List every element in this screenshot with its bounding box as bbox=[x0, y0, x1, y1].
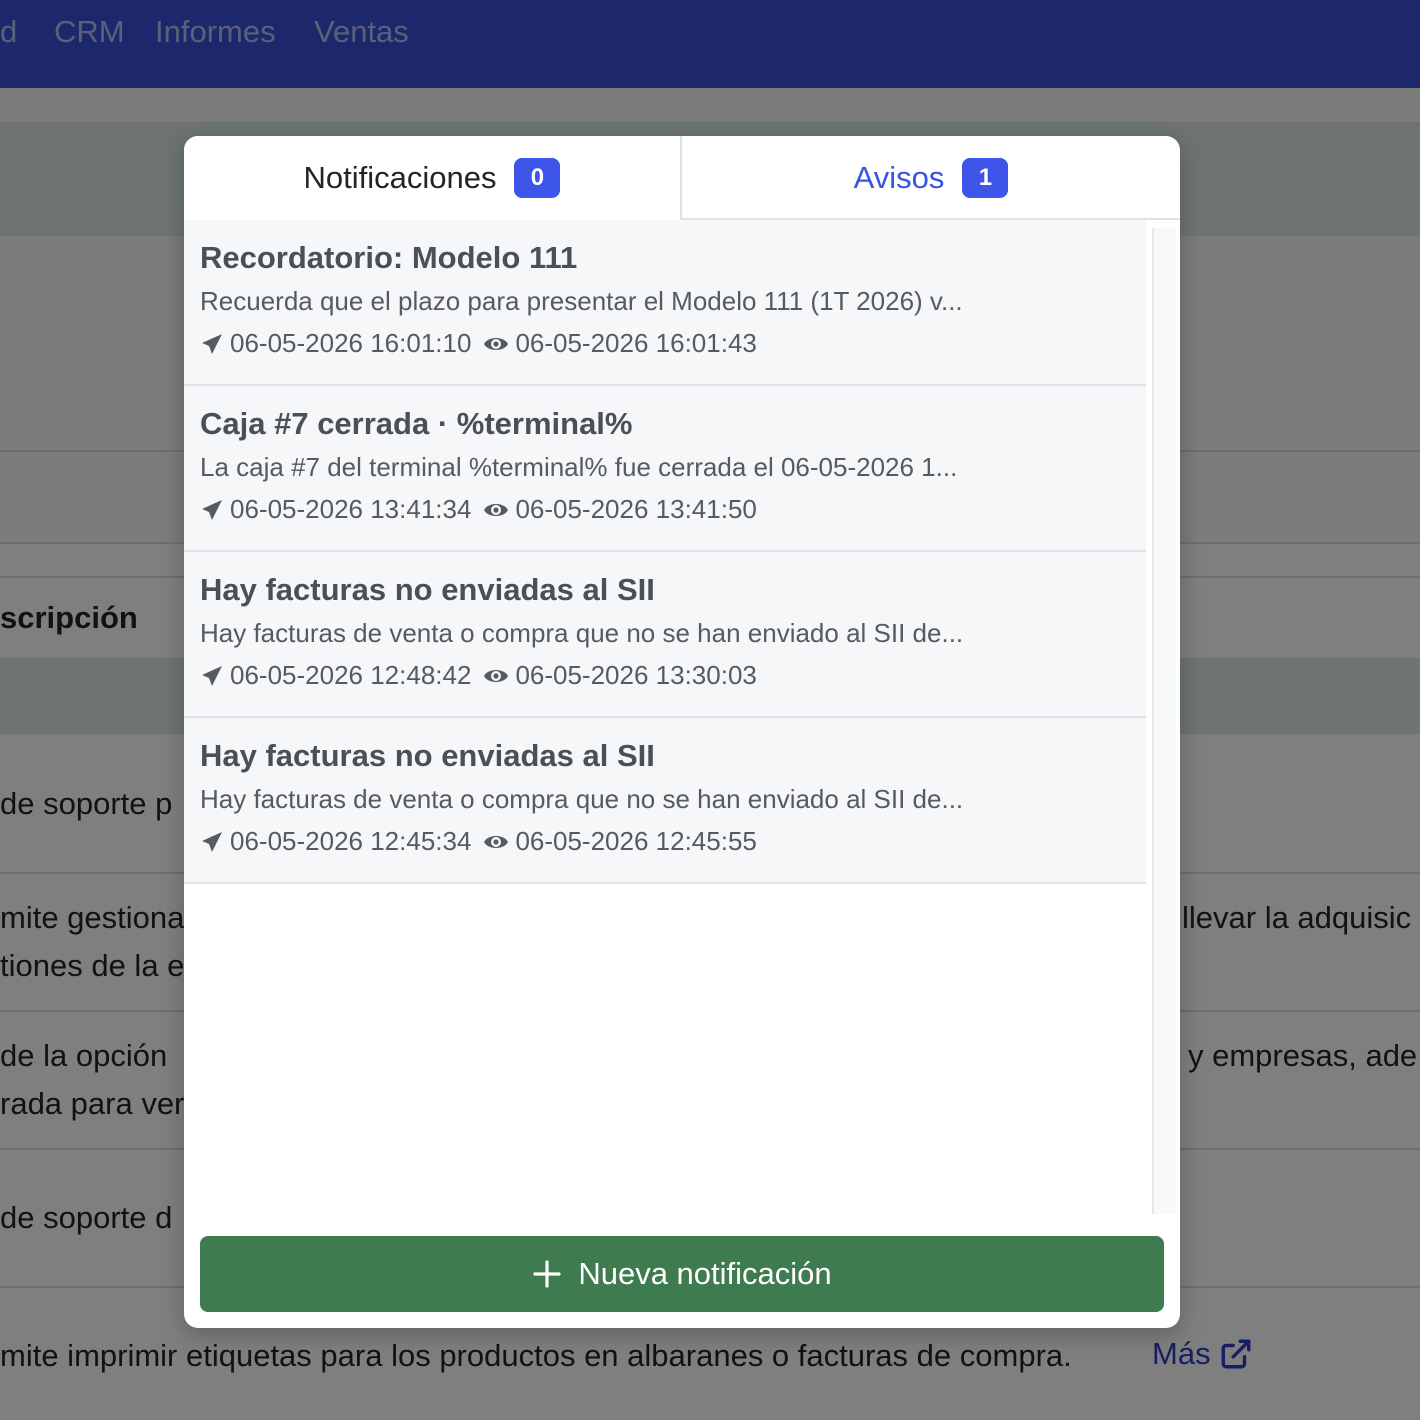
notification-meta: 06-05-2026 16:01:10 06-05-2026 16:01:43 bbox=[200, 328, 1146, 359]
notification-item[interactable]: Recordatorio: Modelo 111 Recuerda que el… bbox=[184, 220, 1146, 386]
tab-label: Avisos bbox=[853, 160, 945, 195]
sent-timestamp: 06-05-2026 12:45:34 bbox=[230, 826, 472, 856]
sent-timestamp: 06-05-2026 13:41:34 bbox=[230, 494, 472, 524]
paper-plane-icon bbox=[202, 831, 222, 852]
eye-icon bbox=[484, 669, 509, 682]
scrollbar[interactable] bbox=[1152, 228, 1176, 1214]
plus-icon bbox=[533, 1260, 561, 1288]
sent-timestamp: 06-05-2026 16:01:10 bbox=[230, 328, 472, 358]
notification-item[interactable]: Hay facturas no enviadas al SII Hay fact… bbox=[184, 552, 1146, 718]
notification-meta: 06-05-2026 12:45:34 06-05-2026 12:45:55 bbox=[200, 826, 1146, 857]
seen-timestamp: 06-05-2026 12:45:55 bbox=[515, 826, 757, 856]
notification-body: La caja #7 del terminal %terminal% fue c… bbox=[200, 452, 958, 482]
notification-body: Hay facturas de venta o compra que no se… bbox=[200, 784, 964, 814]
count-badge: 1 bbox=[962, 158, 1009, 198]
notification-meta: 06-05-2026 12:48:42 06-05-2026 13:30:03 bbox=[200, 660, 1146, 691]
tab-label: Notificaciones bbox=[303, 160, 497, 195]
tab-notificaciones[interactable]: Notificaciones 0 bbox=[184, 136, 682, 220]
notification-meta: 06-05-2026 13:41:34 06-05-2026 13:41:50 bbox=[200, 494, 1146, 525]
eye-icon bbox=[484, 337, 509, 350]
notification-title: Hay facturas no enviadas al SII bbox=[200, 738, 655, 773]
new-notification-label: Nueva notificación bbox=[578, 1256, 832, 1291]
eye-icon bbox=[484, 835, 509, 848]
count-badge: 0 bbox=[514, 158, 561, 198]
eye-icon bbox=[484, 503, 509, 516]
notification-item[interactable]: Hay facturas no enviadas al SII Hay fact… bbox=[184, 718, 1146, 884]
seen-timestamp: 06-05-2026 13:41:50 bbox=[515, 494, 757, 524]
sent-timestamp: 06-05-2026 12:48:42 bbox=[230, 660, 472, 690]
paper-plane-icon bbox=[202, 499, 222, 520]
seen-timestamp: 06-05-2026 16:01:43 bbox=[515, 328, 757, 358]
notification-list: Recordatorio: Modelo 111 Recuerda que el… bbox=[184, 220, 1146, 1328]
notification-title: Hay facturas no enviadas al SII bbox=[200, 572, 655, 607]
notification-title: Recordatorio: Modelo 111 bbox=[200, 240, 578, 275]
paper-plane-icon bbox=[202, 333, 222, 354]
notification-item[interactable]: Caja #7 cerrada · %terminal% La caja #7 … bbox=[184, 386, 1146, 552]
tab-avisos[interactable]: Avisos 1 bbox=[682, 136, 1180, 220]
notification-body: Recuerda que el plazo para presentar el … bbox=[200, 286, 963, 316]
new-notification-button[interactable]: Nueva notificación bbox=[200, 1236, 1164, 1312]
tab-bar: Notificaciones 0 Avisos 1 bbox=[184, 136, 1180, 220]
paper-plane-icon bbox=[202, 665, 222, 686]
notification-body: Hay facturas de venta o compra que no se… bbox=[200, 618, 964, 648]
notifications-popup: Notificaciones 0 Avisos 1 Recordatorio: … bbox=[184, 136, 1180, 1328]
seen-timestamp: 06-05-2026 13:30:03 bbox=[515, 660, 757, 690]
notification-title: Caja #7 cerrada · %terminal% bbox=[200, 406, 633, 441]
